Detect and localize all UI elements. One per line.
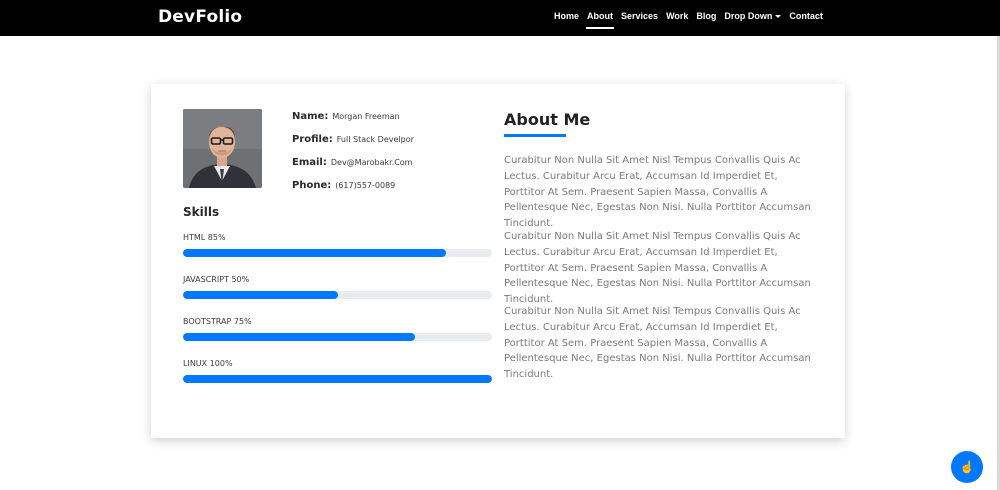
skill-progress-fill bbox=[183, 375, 492, 383]
nav-item-blog[interactable]: Blog bbox=[696, 11, 716, 21]
info-email-value: Dev@Marobakr.Com bbox=[330, 158, 413, 167]
skill-progress-fill bbox=[183, 249, 446, 257]
info-name-row: Name: Morgan Freeman bbox=[292, 111, 400, 122]
brand-logo[interactable]: DevFolio bbox=[158, 7, 242, 27]
info-profile-value: Full Stack Develpor bbox=[336, 135, 414, 144]
skill-label: JAVASCRIPT 50% bbox=[183, 275, 250, 284]
skill-progress-track bbox=[183, 333, 492, 341]
nav-item-dropdown[interactable]: Drop Down bbox=[724, 11, 782, 21]
skill-label: BOOTSTRAP 75% bbox=[183, 317, 252, 326]
info-name-value: Morgan Freeman bbox=[332, 112, 400, 121]
heading-underline bbox=[504, 134, 566, 137]
info-profile-label: Profile: bbox=[292, 134, 333, 145]
person-portrait-icon bbox=[183, 109, 262, 188]
skill-item: LINUX 100% bbox=[183, 359, 492, 383]
skill-item: BOOTSTRAP 75% bbox=[183, 317, 492, 341]
chevron-down-icon bbox=[775, 15, 782, 19]
about-card: Name: Morgan Freeman Profile: Full Stack D… bbox=[151, 84, 845, 438]
skill-progress-track bbox=[183, 375, 492, 383]
skill-item: JAVASCRIPT 50% bbox=[183, 275, 492, 299]
about-heading: About Me bbox=[504, 110, 591, 129]
profile-photo bbox=[183, 109, 262, 188]
pointing-hand-icon: ☝️ bbox=[959, 460, 975, 474]
nav-item-services[interactable]: Services bbox=[621, 11, 658, 21]
nav-item-home[interactable]: Home bbox=[554, 11, 579, 21]
skill-progress-track bbox=[183, 291, 492, 299]
top-navbar: DevFolio Home About Services Work Blog D… bbox=[0, 0, 1000, 36]
info-phone-value: (617)557-0089 bbox=[335, 181, 396, 190]
skill-progress-fill bbox=[183, 333, 415, 341]
skills-heading: Skills bbox=[183, 205, 220, 219]
nav-menu: Home About Services Work Blog Drop Down … bbox=[554, 11, 831, 29]
skill-progress-fill bbox=[183, 291, 338, 299]
about-paragraph: Curabitur Non Nulla Sit Amet Nisl Tempus… bbox=[504, 155, 811, 230]
info-email-row: Email: Dev@Marobakr.Com bbox=[292, 157, 412, 168]
info-profile-row: Profile: Full Stack Develpor bbox=[292, 134, 414, 145]
info-email-label: Email: bbox=[292, 157, 327, 168]
skill-item: HTML 85% bbox=[183, 233, 492, 257]
back-to-top-button[interactable]: ☝️ bbox=[951, 451, 983, 483]
info-phone-label: Phone: bbox=[292, 180, 332, 191]
nav-item-work[interactable]: Work bbox=[666, 11, 688, 21]
info-name-label: Name: bbox=[292, 111, 329, 122]
skill-label: HTML 85% bbox=[183, 233, 226, 242]
skill-label: LINUX 100% bbox=[183, 359, 233, 368]
about-paragraph: Curabitur Non Nulla Sit Amet Nisl Tempus… bbox=[504, 306, 811, 381]
about-paragraph: Curabitur Non Nulla Sit Amet Nisl Tempus… bbox=[504, 231, 811, 306]
nav-item-contact[interactable]: Contact bbox=[789, 11, 823, 21]
info-phone-row: Phone: (617)557-0089 bbox=[292, 180, 395, 191]
nav-item-dropdown-label: Drop Down bbox=[724, 11, 773, 21]
nav-item-about[interactable]: About bbox=[586, 11, 615, 29]
skill-progress-track bbox=[183, 249, 492, 257]
